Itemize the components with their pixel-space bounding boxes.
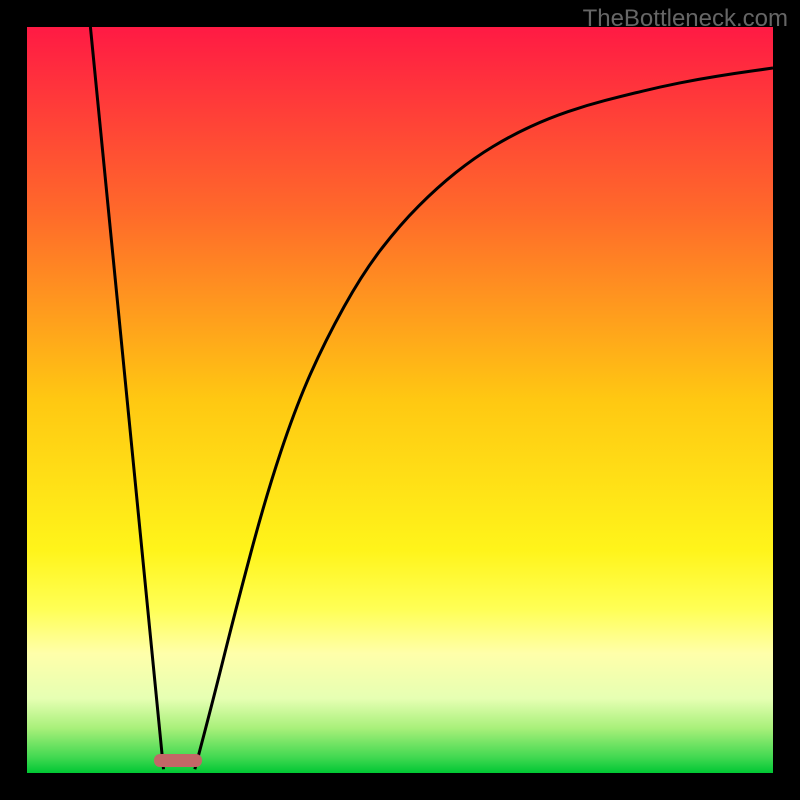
right-curve-path xyxy=(195,68,773,769)
chart-container: TheBottleneck.com xyxy=(0,0,800,800)
curve-overlay xyxy=(27,27,773,773)
plot-area xyxy=(27,27,773,773)
left-line-path xyxy=(90,27,163,769)
watermark-text: TheBottleneck.com xyxy=(583,5,788,33)
minimum-marker xyxy=(154,754,202,767)
